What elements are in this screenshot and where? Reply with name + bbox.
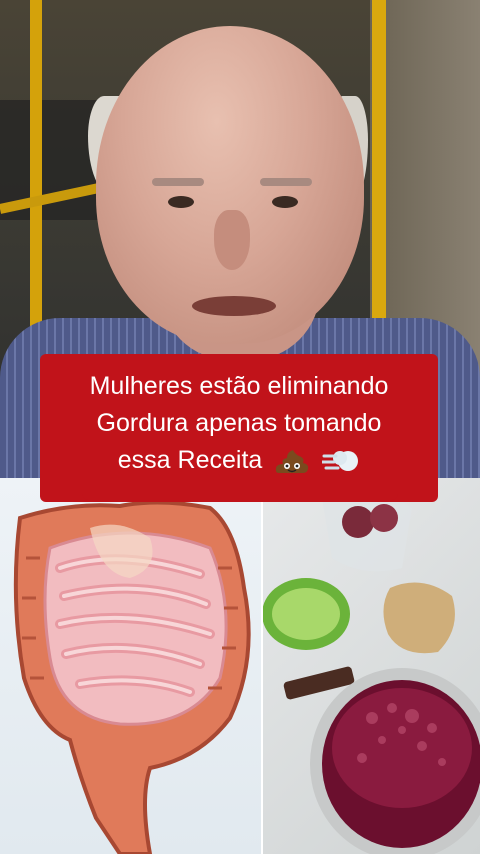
caption-line-3: essa Receita [40,442,438,479]
caption-text-box: Mulheres estão eliminando Gordura apenas… [40,354,438,502]
caption-line-3-text: essa Receita [117,446,263,474]
poop-emoji-icon [276,450,309,474]
wind-dash-icon [322,451,359,472]
image-divider [261,478,263,854]
eyebrow [152,178,204,186]
eyebrow [260,178,312,186]
intestines-drawing [13,500,251,854]
caption-line-2: Gordura apenas tomando [96,409,382,437]
juice-ingredients-drawing [262,490,480,854]
intestines-illustration [0,478,262,854]
eye [272,196,298,208]
caption-line-1: Mulheres estão eliminando [89,372,389,400]
mouth [192,296,276,316]
juice-ingredients-photo [262,478,480,854]
eye [168,196,194,208]
nose [214,210,250,270]
